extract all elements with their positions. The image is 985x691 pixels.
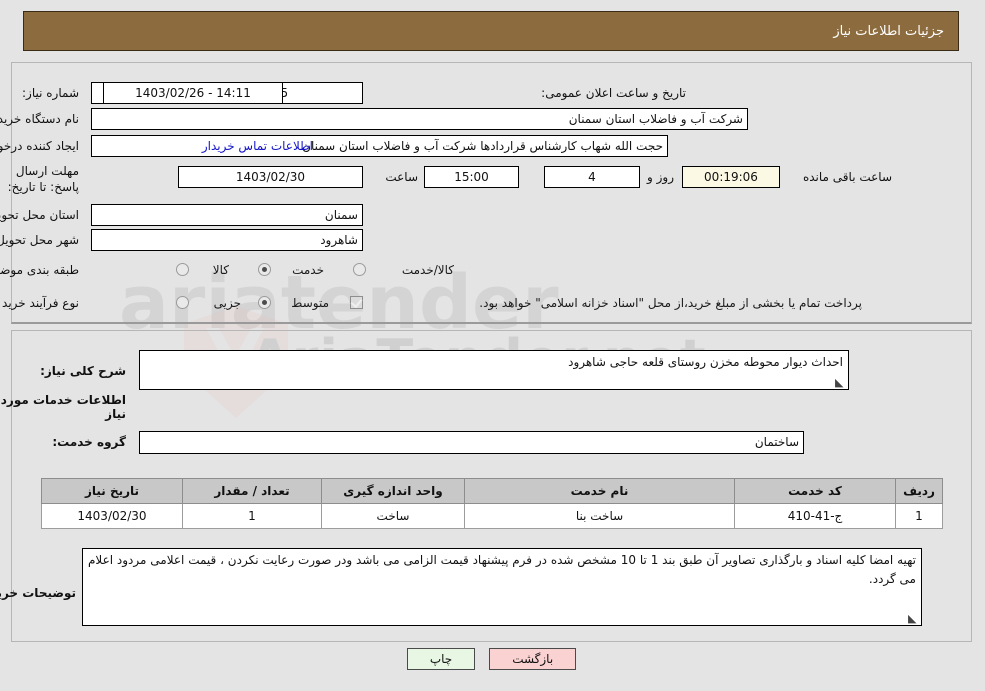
- radio-process-motavaset[interactable]: [259, 296, 272, 309]
- services-table: ردیف کد خدمت نام خدمت واحد اندازه گیری ت…: [42, 478, 944, 529]
- service-group-label: گروه خدمت:: [53, 435, 127, 449]
- footer-actions: بازگشت چاپ: [0, 648, 985, 670]
- announce-datetime-field[interactable]: 14:11 - 1403/02/26: [104, 82, 284, 104]
- cell-unit: ساخت: [322, 503, 466, 529]
- resize-grip-icon[interactable]: ◢: [836, 376, 846, 389]
- table-row: 1 ج-41-410 ساخت بنا ساخت 1 1403/02/30: [42, 503, 944, 529]
- countdown-field: 00:19:06: [683, 166, 781, 188]
- request-creator-field[interactable]: حجت الله شهاب کارشناس قراردادها شرکت آب …: [92, 135, 669, 157]
- radio-category-kala-label: کالا: [213, 263, 230, 277]
- print-button[interactable]: چاپ: [407, 648, 477, 670]
- general-description-label: شرح کلی نیاز:: [41, 364, 127, 378]
- table-header-row: ردیف کد خدمت نام خدمت واحد اندازه گیری ت…: [42, 478, 944, 504]
- purchase-process-label: نوع فرآیند خرید :: [0, 296, 80, 310]
- col-need-date: تاریخ نیاز: [42, 478, 184, 504]
- buyer-notes-label: توضیحات خریدار:: [0, 586, 77, 600]
- countdown-suffix-label: ساعت باقی مانده: [803, 170, 893, 184]
- buyer-org-field[interactable]: شرکت آب و فاضلاب استان سمنان: [92, 108, 749, 130]
- col-code: کد خدمت: [735, 478, 897, 504]
- cell-need-date: 1403/02/30: [42, 503, 184, 529]
- radio-process-jozei[interactable]: [177, 296, 190, 309]
- radio-category-khedmat-label: خدمت: [293, 263, 325, 277]
- deadline-hour-field[interactable]: 15:00: [425, 166, 520, 188]
- need-number-label: شماره نیاز:: [23, 86, 80, 100]
- radio-category-khedmat[interactable]: [259, 263, 272, 276]
- days-word-label: روز و: [648, 170, 675, 184]
- announce-datetime-label: تاریخ و ساعت اعلان عمومی:: [542, 86, 687, 100]
- radio-category-kala-khedmat[interactable]: [354, 263, 367, 276]
- islamic-treasury-note: پرداخت تمام یا بخشی از مبلغ خرید،از محل …: [480, 296, 863, 310]
- buyer-org-label: نام دستگاه خریدار:: [0, 112, 80, 126]
- delivery-city-field[interactable]: شاهرود: [92, 229, 364, 251]
- buyer-notes-value: تهیه امضا کلیه اسناد و بارگذاری تصاویر آ…: [89, 553, 918, 586]
- radio-process-motavaset-label: متوسط: [292, 296, 330, 310]
- general-description-textarea[interactable]: احداث دیوار محوطه مخزن روستای قلعه حاجی …: [140, 350, 850, 390]
- radio-category-kala[interactable]: [177, 263, 190, 276]
- col-name: نام خدمت: [465, 478, 736, 504]
- general-description-value: احداث دیوار محوطه مخزن روستای قلعه حاجی …: [569, 355, 844, 369]
- buyer-notes-textarea[interactable]: تهیه امضا کلیه اسناد و بارگذاری تصاویر آ…: [83, 548, 923, 626]
- cell-row: 1: [896, 503, 944, 529]
- radio-category-kala-khedmat-label: کالا/خدمت: [402, 263, 455, 277]
- checkbox-islamic-treasury[interactable]: [351, 296, 364, 309]
- cell-code: ج-41-410: [735, 503, 897, 529]
- deadline-date-field[interactable]: 1403/02/30: [179, 166, 364, 188]
- back-button[interactable]: بازگشت: [490, 648, 578, 670]
- request-creator-label: ایجاد کننده درخواست:: [0, 139, 80, 153]
- cell-name: ساخت بنا: [465, 503, 736, 529]
- delivery-province-label: استان محل تحویل:: [0, 208, 80, 222]
- services-section-title: اطلاعات خدمات مورد نیاز: [1, 393, 127, 421]
- page-title-bar: جزئیات اطلاعات نیاز: [24, 11, 960, 51]
- category-label: طبقه بندی موضوعی:: [0, 263, 80, 277]
- resize-grip-icon-notes[interactable]: ◢: [909, 612, 919, 625]
- col-row: ردیف: [896, 478, 944, 504]
- radio-process-jozei-label: جزیی: [214, 296, 242, 310]
- cell-quantity: 1: [183, 503, 323, 529]
- days-remaining-field[interactable]: 4: [545, 166, 641, 188]
- deadline-hour-label: ساعت: [386, 170, 419, 184]
- col-quantity: تعداد / مقدار: [183, 478, 323, 504]
- page-title: جزئیات اطلاعات نیاز: [834, 23, 945, 39]
- deadline-label: مهلت ارسال پاسخ: تا تاریخ:: [8, 164, 80, 194]
- buyer-contact-link[interactable]: اطلاعات تماس خریدار: [203, 139, 314, 153]
- col-unit: واحد اندازه گیری: [322, 478, 466, 504]
- delivery-city-label: شهر محل تحویل:: [0, 233, 80, 247]
- delivery-province-field[interactable]: سمنان: [92, 204, 364, 226]
- service-group-field[interactable]: ساختمان: [140, 431, 805, 454]
